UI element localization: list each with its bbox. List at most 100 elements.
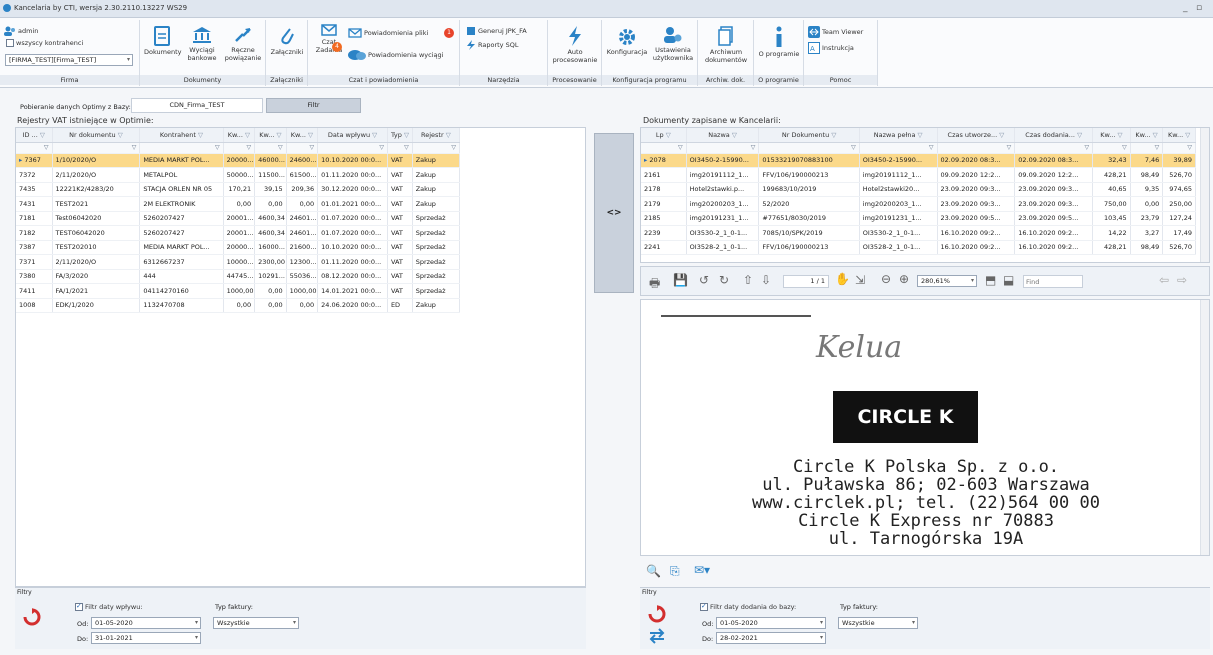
column-header[interactable]: ID ... ▽ bbox=[16, 128, 53, 143]
filter-cell[interactable]: ▽ bbox=[758, 142, 860, 154]
filter-cell[interactable]: ▽ bbox=[223, 142, 256, 154]
table-row[interactable]: 7411 FA/1/2021 04114270160 1000,00 0,00 1000,… bbox=[16, 283, 461, 299]
powiadomienia-wyciagi-button[interactable]: Powiadomienia wyciągi bbox=[348, 49, 443, 61]
column-header[interactable]: Lp ▽ bbox=[641, 128, 687, 143]
filter-funnel-icon[interactable]: ▽ bbox=[666, 131, 671, 139]
column-header[interactable]: Nr Dokumentu ▽ bbox=[758, 128, 860, 143]
select-tool-icon[interactable]: ⇲ bbox=[855, 273, 865, 287]
find-next-icon[interactable]: ⇨ bbox=[1177, 273, 1187, 287]
filter-funnel-icon[interactable]: ▽ bbox=[1077, 131, 1082, 139]
column-header[interactable]: Rejestr ▽ bbox=[412, 128, 461, 143]
filter-funnel-icon[interactable]: ▽ bbox=[918, 131, 923, 139]
filter-funnel-icon[interactable]: ▽ bbox=[1118, 131, 1123, 139]
save-icon[interactable]: 💾 bbox=[673, 273, 688, 287]
fit-width-icon[interactable]: ⬒ bbox=[985, 273, 996, 287]
zalaczniki-button[interactable]: Załączniki bbox=[268, 26, 306, 56]
source-db-field[interactable]: CDN_Firma_TEST bbox=[131, 98, 263, 113]
left-date-filter-checkbox[interactable]: Filtr daty wpływu: bbox=[75, 602, 143, 611]
table-row[interactable]: 7372 2/11/2020/O METALPOL 50000... 11500... 6… bbox=[16, 167, 461, 183]
all-contractors-checkbox[interactable]: wszyscy kontrahenci bbox=[6, 39, 83, 47]
swap-arrows-icon[interactable] bbox=[648, 628, 666, 644]
filter-cell[interactable]: ▽ bbox=[317, 142, 388, 154]
maximize-icon[interactable]: ▫ bbox=[1196, 3, 1202, 13]
wyciagi-button[interactable]: Wyciągi bankowe bbox=[184, 26, 220, 62]
zoom-out-icon[interactable]: ⊖ bbox=[881, 272, 891, 286]
column-header[interactable]: Kw... ▽ bbox=[1162, 128, 1196, 143]
column-header[interactable]: Nazwa ▽ bbox=[686, 128, 760, 143]
column-header[interactable]: Data wpływu ▽ bbox=[317, 128, 388, 143]
filter-funnel-icon[interactable]: ▽ bbox=[999, 131, 1004, 139]
column-header[interactable]: Kontrahent ▽ bbox=[139, 128, 224, 143]
column-header[interactable]: Kw... ▽ bbox=[286, 128, 319, 143]
replace-icon[interactable]: ⎘ bbox=[670, 564, 680, 579]
reczne-powiazanie-button[interactable]: Ręczne powiązanie bbox=[224, 26, 262, 62]
table-row[interactable]: 2178 Hotel2stawki.p... 199683/10/2019 Hotel… bbox=[641, 182, 1196, 197]
transfer-button[interactable]: <> bbox=[594, 133, 634, 293]
zoom-in-icon[interactable]: 🔍 bbox=[646, 564, 661, 578]
find-prev-icon[interactable]: ⇦ bbox=[1159, 273, 1169, 287]
table-row[interactable]: 7387 TEST202010 MEDIA MARKT POL... 20000...… bbox=[16, 240, 461, 255]
table-row[interactable]: 2185 img20191231_1... #77651/8030/2019 img2… bbox=[641, 211, 1196, 226]
dokumenty-button[interactable]: Dokumenty bbox=[144, 26, 182, 56]
filter-funnel-icon[interactable]: ▽ bbox=[372, 131, 377, 139]
powiadomienia-pliki-button[interactable]: Powiadomienia pliki bbox=[348, 28, 428, 38]
column-header[interactable]: Czas dodania... ▽ bbox=[1014, 128, 1094, 143]
filter-cell[interactable]: ▽ bbox=[387, 142, 413, 154]
filter-funnel-icon[interactable]: ▽ bbox=[40, 131, 45, 139]
table-row[interactable]: 2241 OI3528-2_1_0-1... FFV/106/190000213 OI… bbox=[641, 240, 1196, 255]
auto-procesowanie-button[interactable]: Auto procesowanie bbox=[550, 26, 600, 64]
table-row[interactable]: 1008 EDK/1/2020 1132470708 0,00 0,00 0,00 24.0… bbox=[16, 298, 461, 313]
filter-funnel-icon[interactable]: ▽ bbox=[245, 131, 250, 139]
mail-icon[interactable]: ✉▾ bbox=[694, 563, 710, 577]
column-header[interactable]: Czas utworze... ▽ bbox=[937, 128, 1016, 143]
table-row[interactable]: ▸ 2078 OI3450-2-15990... 01533219070883100… bbox=[641, 153, 1196, 168]
document-viewer[interactable]: Kelua CIRCLE K Circle K Polska Sp. z o.o… bbox=[640, 299, 1210, 556]
filter-funnel-icon[interactable]: ▽ bbox=[446, 131, 451, 139]
table-row[interactable]: 2161 img20191112_1... FFV/106/190000213 img… bbox=[641, 167, 1196, 183]
table-row[interactable]: 7181 Test06042020 5260207427 20001... 4600,3… bbox=[16, 211, 461, 226]
fit-page-icon[interactable]: ⬓ bbox=[1003, 273, 1014, 287]
company-select[interactable]: [FIRMA_TEST][Firma_TEST] ▾ bbox=[5, 54, 133, 66]
jpk-button[interactable]: Generuj JPK_FA bbox=[466, 26, 527, 36]
scrollbar[interactable] bbox=[1200, 128, 1209, 262]
filter-funnel-icon[interactable]: ▽ bbox=[118, 131, 123, 139]
column-header[interactable]: Nr dokumentu ▽ bbox=[52, 128, 141, 143]
filter-cell[interactable]: ▽ bbox=[641, 142, 687, 154]
filter-cell[interactable]: ▽ bbox=[52, 142, 141, 154]
user-item[interactable]: admin bbox=[4, 26, 38, 36]
column-header[interactable]: Nazwa pełna ▽ bbox=[859, 128, 938, 143]
filter-cell[interactable]: ▽ bbox=[859, 142, 938, 154]
filter-funnel-icon[interactable]: ▽ bbox=[198, 131, 203, 139]
filter-funnel-icon[interactable]: ▽ bbox=[277, 131, 282, 139]
page-indicator[interactable]: 1 / 1 bbox=[783, 275, 829, 288]
filter-cell[interactable]: ▽ bbox=[1130, 142, 1164, 154]
arrow-down-icon[interactable]: ⇩ bbox=[761, 273, 771, 287]
find-input[interactable] bbox=[1023, 275, 1083, 288]
column-header[interactable]: Kw... ▽ bbox=[1092, 128, 1131, 143]
konfiguracja-button[interactable]: Konfiguracja bbox=[604, 28, 650, 56]
right-date-filter-checkbox[interactable]: Filtr daty dodania do bazy: bbox=[700, 602, 796, 611]
table-row[interactable]: ▸ 7367 1/10/2020/O MEDIA MARKT POL... 20000… bbox=[16, 153, 461, 168]
left-from-date[interactable]: 01-05-2020 ▾ bbox=[91, 617, 201, 629]
column-header[interactable]: Kw... ▽ bbox=[223, 128, 256, 143]
filter-cell[interactable]: ▽ bbox=[1014, 142, 1094, 154]
filter-funnel-icon[interactable]: ▽ bbox=[831, 131, 836, 139]
archiwum-button[interactable]: Archiwum dokumentów bbox=[700, 26, 752, 64]
ustawienia-button[interactable]: Ustawienia użytkownika bbox=[650, 26, 696, 62]
table-row[interactable]: 7380 FA/3/2020 444 44745... 10291... 55036...… bbox=[16, 269, 461, 284]
filter-funnel-icon[interactable]: ▽ bbox=[404, 131, 409, 139]
table-row[interactable]: 2179 img20200203_1... 52/2020 img20200203_1… bbox=[641, 196, 1196, 212]
filter-funnel-icon[interactable]: ▽ bbox=[732, 131, 737, 139]
left-to-date[interactable]: 31-01-2021 ▾ bbox=[91, 632, 201, 644]
arrow-up-icon[interactable]: ⇧ bbox=[743, 273, 753, 287]
column-header[interactable]: Kw... ▽ bbox=[254, 128, 287, 143]
refresh-icon[interactable] bbox=[23, 608, 41, 626]
filter-cell[interactable]: ▽ bbox=[1092, 142, 1131, 154]
left-type-select[interactable]: Wszystkie ▾ bbox=[213, 617, 299, 629]
zoom-select[interactable]: 280,61% ▾ bbox=[917, 275, 977, 287]
filter-cell[interactable]: ▽ bbox=[254, 142, 287, 154]
teamviewer-button[interactable]: Team Viewer bbox=[808, 26, 863, 38]
right-to-date[interactable]: 28-02-2021 ▾ bbox=[716, 632, 826, 644]
filter-cell[interactable]: ▽ bbox=[686, 142, 760, 154]
viewer-scrollbar[interactable] bbox=[1200, 300, 1209, 555]
